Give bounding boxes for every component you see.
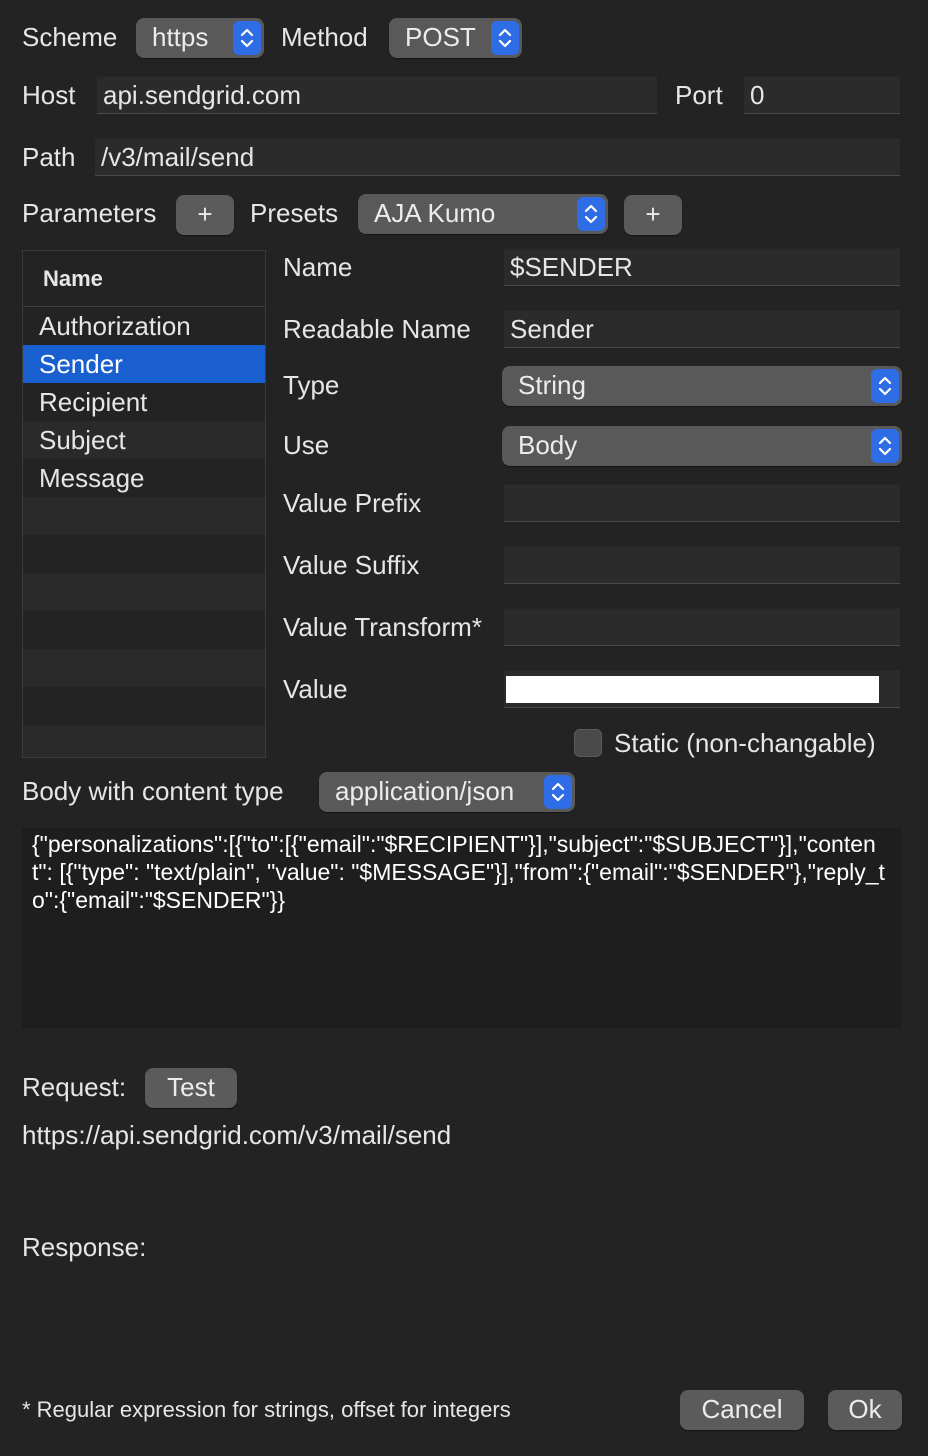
presets-value: AJA Kumo xyxy=(374,198,496,228)
table-header-name[interactable]: Name xyxy=(23,251,265,307)
body-text-area[interactable]: {"personalizations":[{"to":[{"email":"$R… xyxy=(22,828,902,1028)
table-row-empty xyxy=(23,611,265,649)
table-row[interactable]: Message xyxy=(23,459,265,497)
use-popup[interactable]: Body xyxy=(502,426,902,466)
add-preset-button[interactable]: + xyxy=(624,195,682,235)
parameters-label: Parameters xyxy=(22,198,157,228)
table-row-empty xyxy=(23,725,265,757)
table-row[interactable]: Subject xyxy=(23,421,265,459)
readable-name-field[interactable]: Sender xyxy=(504,310,900,348)
param-name-label: Name xyxy=(283,252,353,282)
parameter-table[interactable]: Name Authorization Sender Recipient Subj… xyxy=(22,250,266,758)
ok-button[interactable]: Ok xyxy=(828,1390,902,1430)
chevron-updown-icon xyxy=(871,429,899,463)
table-row-selected[interactable]: Sender xyxy=(23,345,265,383)
host-label: Host xyxy=(22,80,76,110)
table-row-empty xyxy=(23,497,265,535)
scheme-value: https xyxy=(152,22,209,52)
request-label: Request: xyxy=(22,1072,127,1102)
chevron-updown-icon xyxy=(577,197,605,231)
cancel-button[interactable]: Cancel xyxy=(680,1390,804,1430)
value-label: Value xyxy=(283,674,348,704)
test-button[interactable]: Test xyxy=(145,1068,237,1108)
type-label: Type xyxy=(283,370,340,400)
static-label: Static (non-changable) xyxy=(614,728,876,758)
table-row-empty xyxy=(23,535,265,573)
scheme-popup[interactable]: https xyxy=(136,18,264,58)
chevron-updown-icon xyxy=(491,21,519,55)
response-label: Response: xyxy=(22,1232,147,1262)
value-suffix-field[interactable] xyxy=(504,546,900,584)
scheme-label: Scheme xyxy=(22,22,118,52)
value-prefix-field[interactable] xyxy=(504,484,900,522)
type-popup[interactable]: String xyxy=(502,366,902,406)
presets-label: Presets xyxy=(250,198,339,228)
chevron-updown-icon xyxy=(544,775,572,809)
footnote: * Regular expression for strings, offset… xyxy=(22,1397,511,1422)
method-label: Method xyxy=(281,22,368,52)
path-label: Path xyxy=(22,142,76,172)
use-value: Body xyxy=(518,430,578,460)
table-row-empty xyxy=(23,649,265,687)
add-parameter-button[interactable]: + xyxy=(176,195,234,235)
static-checkbox[interactable] xyxy=(574,729,602,757)
value-field-container xyxy=(504,670,900,708)
table-row[interactable]: Recipient xyxy=(23,383,265,421)
chevron-updown-icon xyxy=(871,369,899,403)
param-name-field[interactable]: $SENDER xyxy=(504,248,900,286)
port-field[interactable]: 0 xyxy=(744,76,900,114)
content-type-popup[interactable]: application/json xyxy=(319,772,575,812)
value-field[interactable] xyxy=(506,676,879,703)
content-type-value: application/json xyxy=(335,776,515,806)
host-field[interactable]: api.sendgrid.com xyxy=(97,76,657,114)
table-row-empty xyxy=(23,687,265,725)
type-value: String xyxy=(518,370,586,400)
chevron-updown-icon xyxy=(233,21,261,55)
use-label: Use xyxy=(283,430,330,460)
value-transform-field[interactable] xyxy=(504,608,900,646)
presets-popup[interactable]: AJA Kumo xyxy=(358,194,608,234)
method-popup[interactable]: POST xyxy=(389,18,522,58)
value-suffix-label: Value Suffix xyxy=(283,550,420,580)
request-url: https://api.sendgrid.com/v3/mail/send xyxy=(22,1120,452,1150)
body-content-type-label: Body with content type xyxy=(22,776,284,806)
table-row-empty xyxy=(23,573,265,611)
path-field[interactable]: /v3/mail/send xyxy=(95,138,900,176)
table-row[interactable]: Authorization xyxy=(23,307,265,345)
value-prefix-label: Value Prefix xyxy=(283,488,422,518)
port-label: Port xyxy=(675,80,723,110)
method-value: POST xyxy=(405,22,476,52)
readable-name-label: Readable Name xyxy=(283,314,471,344)
value-transform-label: Value Transform* xyxy=(283,612,482,642)
